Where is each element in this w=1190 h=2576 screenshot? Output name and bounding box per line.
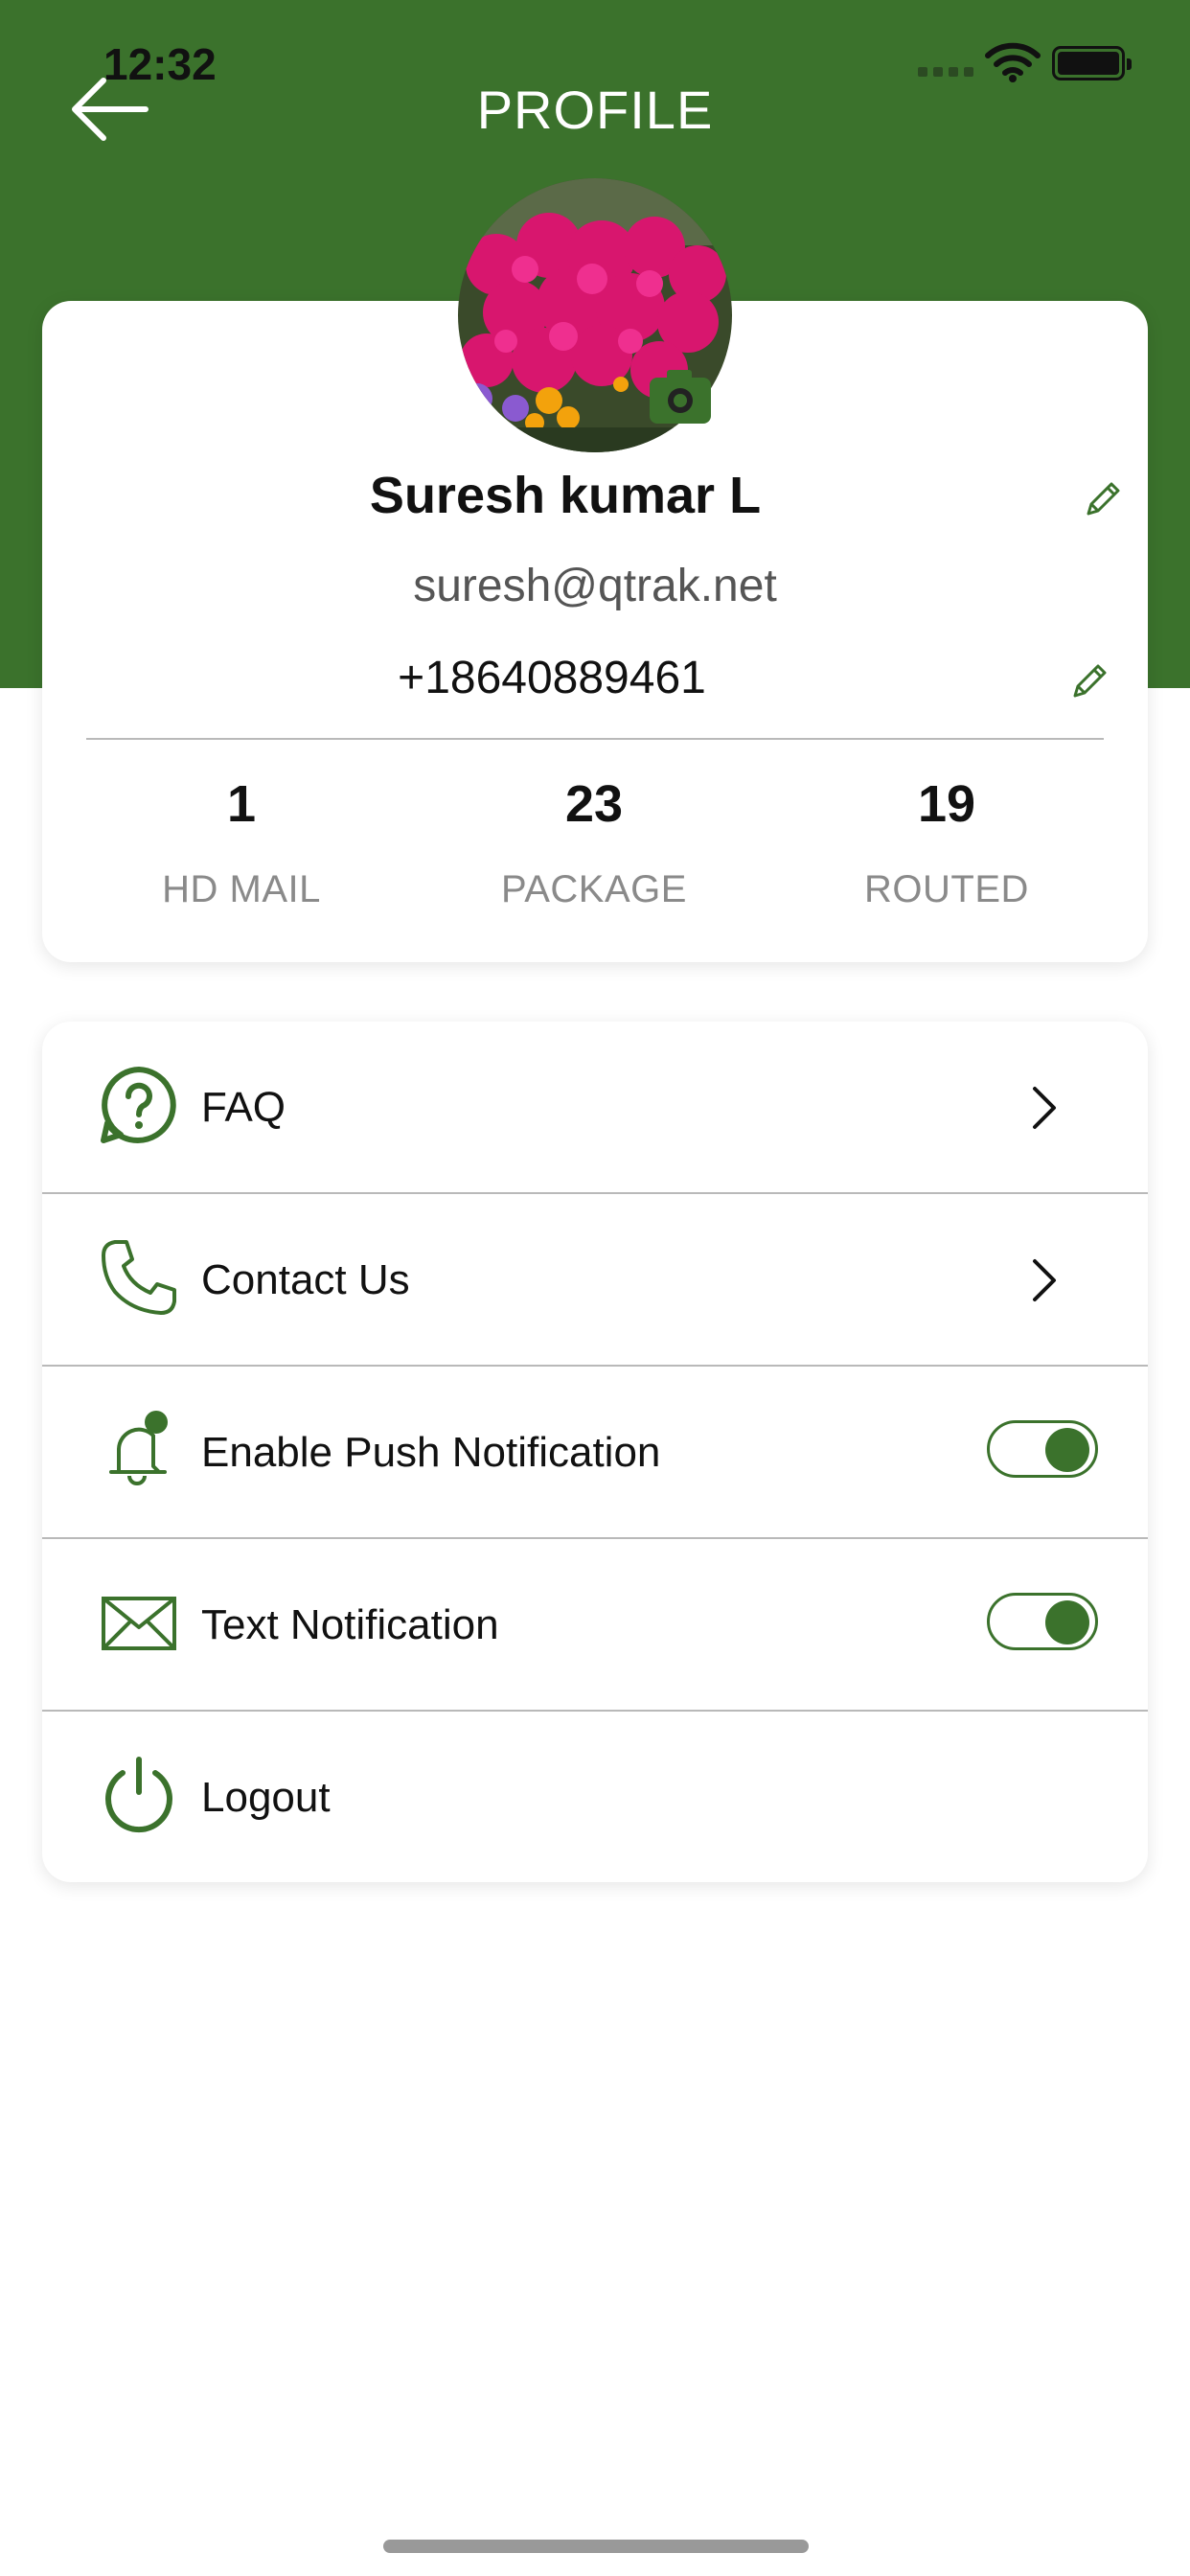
pencil-icon (1087, 482, 1120, 516)
settings-menu: FAQ Contact Us Enable Push Notification … (42, 1022, 1148, 1882)
menu-item-label: Enable Push Notification (201, 1429, 661, 1476)
stat-package[interactable]: 23 PACKAGE (422, 774, 767, 911)
menu-item-label: FAQ (201, 1084, 286, 1131)
camera-icon (650, 370, 711, 424)
text-notification-toggle[interactable] (987, 1593, 1098, 1650)
question-bubble-icon (101, 1067, 176, 1143)
profile-divider (86, 738, 1104, 740)
stat-label: PACKAGE (501, 868, 687, 910)
menu-item-contact-us[interactable]: Contact Us (42, 1194, 1148, 1367)
bell-icon (109, 1411, 168, 1485)
edit-name-button[interactable] (1083, 479, 1123, 519)
battery-icon (1052, 46, 1132, 80)
menu-item-push-notification[interactable]: Enable Push Notification (42, 1367, 1148, 1539)
push-notification-toggle[interactable] (987, 1420, 1098, 1478)
envelope-icon (102, 1597, 176, 1650)
user-name: Suresh kumar L (369, 467, 762, 524)
page-title: PROFILE (476, 80, 714, 140)
menu-item-label: Contact Us (201, 1256, 410, 1303)
user-phone: +18640889461 (398, 653, 706, 703)
stat-label: HD MAIL (162, 868, 321, 910)
power-icon (105, 1757, 172, 1833)
change-photo-button[interactable] (648, 366, 713, 426)
stat-routed[interactable]: 19 ROUTED (774, 774, 1119, 911)
menu-item-logout[interactable]: Logout (42, 1712, 1148, 1882)
cellular-signal-icon (918, 67, 973, 77)
menu-item-label: Text Notification (201, 1601, 499, 1648)
home-indicator (383, 2540, 809, 2553)
menu-item-faq[interactable]: FAQ (42, 1022, 1148, 1194)
stat-value: 1 (226, 775, 257, 833)
stat-value: 19 (917, 775, 976, 833)
phone-icon (102, 1240, 176, 1315)
edit-phone-button[interactable] (1069, 661, 1110, 702)
stat-hd-mail[interactable]: 1 HD MAIL (69, 774, 414, 911)
pencil-icon (1073, 664, 1107, 698)
stat-label: ROUTED (864, 868, 1029, 910)
stat-value: 23 (564, 775, 624, 833)
menu-item-text-notification[interactable]: Text Notification (42, 1539, 1148, 1712)
wifi-icon (985, 42, 1041, 82)
menu-item-label: Logout (201, 1774, 331, 1821)
chevron-right-icon (1033, 1087, 1056, 1129)
user-email: suresh@qtrak.net (413, 561, 777, 611)
chevron-right-icon (1033, 1259, 1056, 1301)
